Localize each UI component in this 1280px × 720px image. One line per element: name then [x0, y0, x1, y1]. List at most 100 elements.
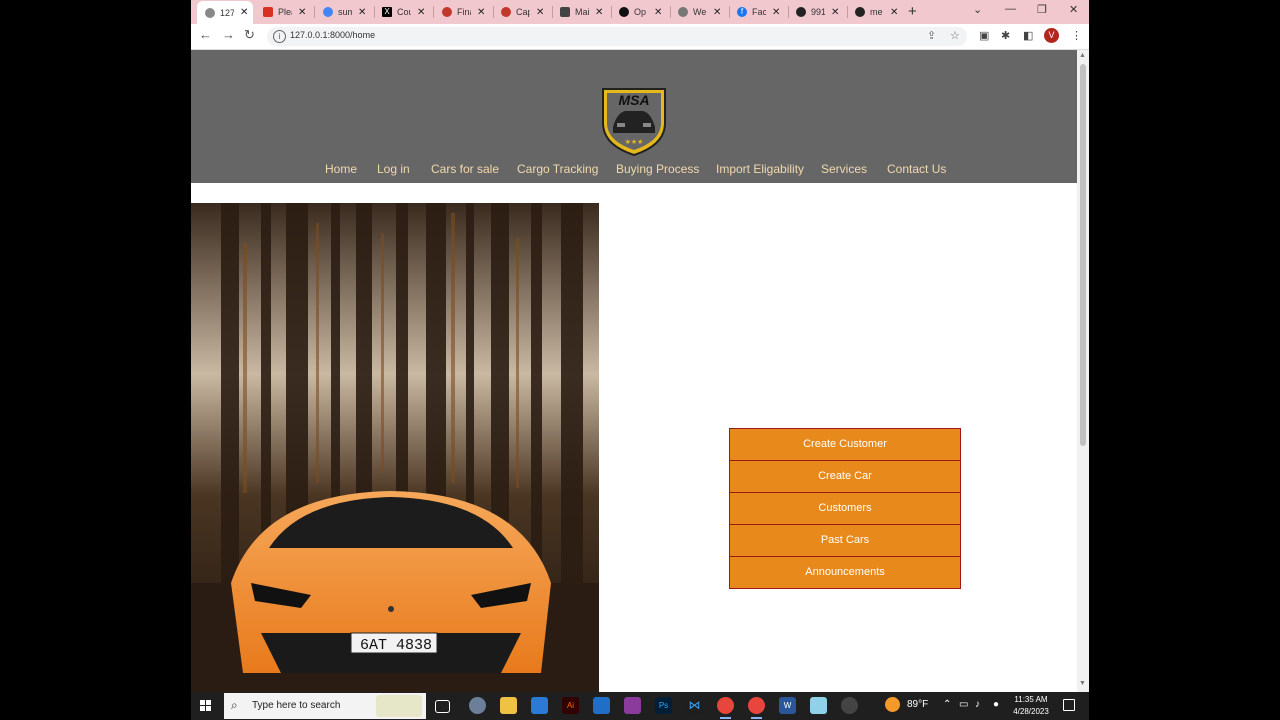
- windows-start-icon[interactable]: [200, 700, 212, 712]
- tab[interactable]: Plea ✕: [255, 2, 313, 22]
- tab[interactable]: Op ✕: [611, 2, 669, 22]
- mail-app-icon[interactable]: [593, 697, 610, 714]
- scroll-up-arrow-icon[interactable]: ▲: [1079, 52, 1086, 59]
- close-tab-icon[interactable]: ✕: [536, 7, 544, 18]
- microphone-icon[interactable]: ●: [993, 699, 999, 710]
- tab[interactable]: 991 ✕: [788, 2, 846, 22]
- puzzle-extensions-icon[interactable]: ✱: [1001, 29, 1010, 42]
- tab[interactable]: Mai ✕: [552, 2, 610, 22]
- past-cars-button[interactable]: Past Cars: [729, 525, 961, 557]
- close-tab-icon[interactable]: ✕: [477, 7, 485, 18]
- volume-icon[interactable]: ♪: [975, 699, 980, 710]
- new-tab-button[interactable]: +: [908, 3, 917, 20]
- tab-title: Mai: [575, 7, 589, 17]
- page-scrollbar[interactable]: ▲ ▼: [1077, 50, 1089, 692]
- site-info-icon[interactable]: i: [273, 30, 286, 43]
- close-tab-icon[interactable]: ✕: [831, 7, 839, 18]
- search-icon: ⌕: [231, 698, 238, 712]
- tab-title: Cap: [516, 7, 530, 17]
- weather-temperature[interactable]: 89°F: [907, 699, 928, 710]
- bookmark-star-icon[interactable]: ☆: [950, 29, 960, 42]
- reload-button[interactable]: ↻: [244, 27, 255, 43]
- chrome-icon[interactable]: [717, 697, 734, 719]
- vscode-icon[interactable]: ⋈: [686, 697, 703, 714]
- address-bar[interactable]: i 127.0.0.1:8000/home ⇪ ☆: [267, 27, 967, 46]
- minimize-button[interactable]: —: [1005, 3, 1016, 15]
- more-menu-icon[interactable]: ⋮: [1071, 29, 1082, 42]
- nav-cargo-tracking[interactable]: Cargo Tracking: [517, 162, 598, 176]
- close-tab-icon[interactable]: ✕: [713, 7, 721, 18]
- tab[interactable]: me ✕: [847, 2, 905, 22]
- close-window-button[interactable]: ✕: [1069, 3, 1078, 16]
- tab-active[interactable]: 127 ✕: [197, 1, 253, 24]
- scroll-down-arrow-icon[interactable]: ▼: [1079, 680, 1086, 687]
- tab[interactable]: Fina ✕: [434, 2, 492, 22]
- forward-button[interactable]: →: [222, 27, 235, 42]
- tab-strip: 127 ✕ Plea ✕ sum ✕ X Cou ✕ Fina ✕ Ca: [191, 0, 1089, 24]
- create-car-button[interactable]: Create Car: [729, 461, 961, 493]
- tab-title: Fina: [457, 7, 471, 17]
- notepad-icon[interactable]: [810, 697, 827, 714]
- restore-button[interactable]: ❐: [1037, 3, 1047, 16]
- photoshop-icon[interactable]: Ps: [655, 697, 672, 714]
- system-clock[interactable]: 11:35 AM 4/28/2023: [1011, 694, 1051, 718]
- word-icon[interactable]: W: [779, 697, 796, 714]
- nav-contact-us[interactable]: Contact Us: [887, 162, 946, 176]
- tab[interactable]: sum ✕: [315, 2, 373, 22]
- winrar-icon[interactable]: [624, 697, 641, 714]
- notifications-icon[interactable]: [1063, 699, 1075, 711]
- share-icon[interactable]: ⇪: [927, 29, 936, 42]
- network-icon[interactable]: ▭: [959, 699, 968, 710]
- tab-title: Fac: [752, 7, 766, 17]
- clock-date: 4/28/2023: [1013, 707, 1049, 716]
- close-tab-icon[interactable]: ✕: [772, 7, 780, 18]
- msa-logo[interactable]: MSA ★★★: [597, 83, 671, 157]
- chrome-profile-icon[interactable]: [748, 697, 765, 719]
- file-explorer-icon[interactable]: [500, 697, 517, 714]
- nav-log-in[interactable]: Log in: [377, 162, 410, 176]
- microsoft-store-icon[interactable]: [531, 697, 548, 714]
- url-text[interactable]: 127.0.0.1:8000/home: [290, 30, 375, 40]
- gmail-icon: [263, 7, 273, 17]
- close-tab-icon[interactable]: ✕: [654, 7, 662, 18]
- tab[interactable]: X Cou ✕: [374, 2, 432, 22]
- chat-app-icon[interactable]: [469, 697, 486, 714]
- nav-services[interactable]: Services: [821, 162, 867, 176]
- customers-button[interactable]: Customers: [729, 493, 961, 525]
- tab-search-chevron-icon[interactable]: ⌄: [973, 3, 982, 16]
- tray-chevron-icon[interactable]: ⌃: [943, 699, 951, 710]
- main-nav: Home Log in Cars for sale Cargo Tracking…: [191, 162, 1077, 176]
- tab[interactable]: We ✕: [670, 2, 728, 22]
- tab-title: 127: [220, 7, 234, 18]
- weather-icon[interactable]: [885, 697, 900, 712]
- hero-car-image: 6AT 4838: [191, 203, 599, 692]
- close-tab-icon[interactable]: ✕: [417, 7, 425, 18]
- close-tab-icon[interactable]: ✕: [240, 7, 248, 18]
- tab[interactable]: f Fac ✕: [729, 2, 787, 22]
- side-panel-icon[interactable]: ◧: [1023, 29, 1033, 42]
- left-letterbox: [0, 0, 191, 720]
- taskbar-search-box[interactable]: ⌕ Type here to search: [224, 693, 426, 719]
- browser-window: 127 ✕ Plea ✕ sum ✕ X Cou ✕ Fina ✕ Ca: [191, 0, 1089, 692]
- search-placeholder: Type here to search: [252, 700, 341, 711]
- profile-avatar[interactable]: V: [1044, 28, 1059, 43]
- back-button[interactable]: ←: [199, 27, 212, 42]
- nav-buying-process[interactable]: Buying Process: [616, 162, 699, 176]
- tab-title: We: [693, 7, 707, 17]
- github-desktop-icon[interactable]: [841, 697, 858, 714]
- nav-import-eligability[interactable]: Import Eligability: [716, 162, 804, 176]
- close-tab-icon[interactable]: ✕: [595, 7, 603, 18]
- close-tab-icon[interactable]: ✕: [358, 7, 366, 18]
- tab[interactable]: Cap ✕: [493, 2, 551, 22]
- task-view-icon[interactable]: [435, 700, 450, 713]
- scrollbar-thumb[interactable]: [1080, 64, 1086, 446]
- close-tab-icon[interactable]: ✕: [890, 7, 898, 18]
- close-tab-icon[interactable]: ✕: [298, 7, 306, 18]
- create-customer-button[interactable]: Create Customer: [729, 428, 961, 461]
- illustrator-icon[interactable]: Ai: [562, 697, 579, 714]
- extension-icon[interactable]: ▣: [979, 29, 989, 42]
- nav-home[interactable]: Home: [325, 162, 357, 176]
- nav-cars-for-sale[interactable]: Cars for sale: [431, 162, 499, 176]
- announcements-button[interactable]: Announcements: [729, 557, 961, 589]
- windows-taskbar: ⌕ Type here to search Ai Ps ⋈ W 89°F ⌃ ▭…: [191, 692, 1089, 720]
